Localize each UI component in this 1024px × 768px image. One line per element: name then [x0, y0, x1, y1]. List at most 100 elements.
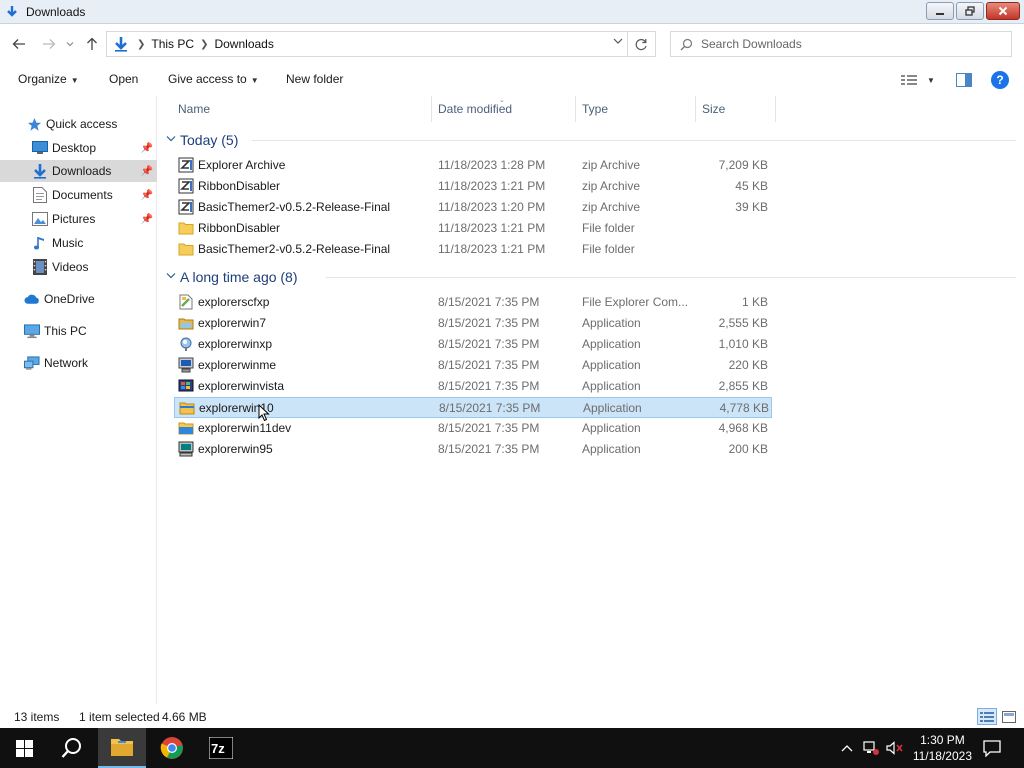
chrome-taskbar-button[interactable]: [148, 728, 196, 768]
mouse-cursor-icon: [258, 404, 270, 422]
change-view-button[interactable]: ▼: [901, 70, 935, 90]
large-icons-view-icon: [1002, 710, 1016, 723]
nav-music[interactable]: Music: [0, 232, 157, 254]
zip-archive-icon: [178, 157, 194, 173]
selection-size: 4.66 MB: [162, 710, 207, 724]
action-center-button[interactable]: [980, 728, 1004, 768]
status-bar: 13 items 1 item selected 4.66 MB: [0, 704, 1024, 728]
help-button[interactable]: ?: [991, 71, 1009, 89]
table-row[interactable]: explorerwinvista 8/15/2021 7:35 PM Appli…: [174, 376, 772, 397]
nav-network[interactable]: Network: [0, 352, 157, 374]
address-field[interactable]: ❯ This PC ❯ Downloads: [106, 31, 656, 57]
windows-logo-icon: [15, 739, 33, 757]
breadcrumb-this-pc[interactable]: This PC: [151, 37, 194, 51]
nav-pictures[interactable]: Pictures 📌: [0, 208, 157, 230]
nav-documents[interactable]: Documents 📌: [0, 184, 157, 206]
table-row[interactable]: RibbonDisabler 11/18/2023 1:21 PM File f…: [174, 218, 772, 239]
table-row[interactable]: BasicThemer2-v0.5.2-Release-Final 11/18/…: [174, 239, 772, 260]
column-header-type[interactable]: Type: [576, 96, 696, 122]
nav-desktop[interactable]: Desktop 📌: [0, 137, 157, 159]
pin-icon[interactable]: 📌: [141, 166, 153, 177]
table-row[interactable]: BasicThemer2-v0.5.2-Release-Final 11/18/…: [174, 197, 772, 218]
column-header-size[interactable]: Size: [696, 96, 776, 122]
table-row[interactable]: RibbonDisabler 11/18/2023 1:21 PM zip Ar…: [174, 176, 772, 197]
nav-label: OneDrive: [44, 292, 95, 306]
forward-button[interactable]: [37, 32, 61, 56]
computer-icon: [24, 323, 40, 339]
file-date: 8/15/2021 7:35 PM: [438, 421, 540, 435]
column-header-date[interactable]: Date modified: [432, 96, 576, 122]
table-row[interactable]: explorerwinme 8/15/2021 7:35 PM Applicat…: [174, 355, 772, 376]
7zip-icon: 7z: [209, 737, 233, 759]
breadcrumb-downloads[interactable]: Downloads: [214, 37, 273, 51]
details-view-button[interactable]: [977, 708, 997, 725]
file-size: 39 KB: [735, 200, 768, 214]
close-button[interactable]: [986, 2, 1020, 20]
cloud-icon: [24, 291, 40, 307]
chevron-down-icon: ▼: [927, 75, 935, 85]
minimize-button[interactable]: [926, 2, 954, 20]
back-button[interactable]: [7, 32, 31, 56]
nav-videos[interactable]: Videos: [0, 256, 157, 278]
table-row[interactable]: explorerwin7 8/15/2021 7:35 PM Applicati…: [174, 313, 772, 334]
music-note-icon: [32, 235, 48, 251]
search-box[interactable]: [670, 31, 1012, 57]
nav-label: Documents: [52, 188, 113, 202]
recent-locations-button[interactable]: [60, 32, 80, 56]
file-name: explorerwin7: [198, 316, 267, 330]
show-hidden-icons-button[interactable]: [838, 728, 856, 768]
give-access-button[interactable]: Give access to ▼: [168, 72, 259, 86]
details-view-icon: [980, 711, 994, 722]
nav-downloads[interactable]: Downloads 📌: [0, 160, 157, 182]
pin-icon[interactable]: 📌: [141, 190, 153, 201]
nav-onedrive[interactable]: OneDrive: [0, 288, 157, 310]
search-icon: [61, 738, 81, 758]
taskbar-clock[interactable]: 1:30 PM 11/18/2023: [913, 732, 972, 764]
group-divider: [326, 277, 1016, 278]
large-icons-view-button[interactable]: [999, 708, 1019, 725]
pin-icon[interactable]: 📌: [141, 143, 153, 154]
new-folder-button[interactable]: New folder: [286, 72, 343, 86]
window-controls: [926, 2, 1020, 20]
network-tray-button[interactable]: [860, 728, 882, 768]
nav-quick-access[interactable]: Quick access: [0, 113, 157, 135]
column-header-name[interactable]: Name: [172, 96, 432, 122]
file-type: Application: [582, 421, 641, 435]
file-explorer-taskbar-button[interactable]: [98, 728, 146, 768]
pictures-icon: [32, 211, 48, 227]
chevron-down-icon: ▼: [70, 76, 79, 85]
7zip-taskbar-button[interactable]: 7z: [198, 728, 244, 768]
explorer-winvista-icon: [178, 378, 194, 394]
pin-icon[interactable]: 📌: [141, 214, 153, 225]
start-button[interactable]: [0, 728, 48, 768]
nav-this-pc[interactable]: This PC: [0, 320, 157, 342]
organize-button[interactable]: Organize ▼: [18, 72, 79, 86]
address-history-dropdown[interactable]: [613, 36, 623, 49]
table-row[interactable]: explorerscfxp 8/15/2021 7:35 PM File Exp…: [174, 292, 772, 313]
table-row[interactable]: explorerwinxp 8/15/2021 7:35 PM Applicat…: [174, 334, 772, 355]
search-taskbar-button[interactable]: [48, 728, 96, 768]
zip-archive-icon: [178, 178, 194, 194]
item-count: 13 items: [14, 710, 60, 724]
restore-icon: [965, 6, 975, 16]
search-input[interactable]: [701, 37, 991, 51]
maximize-button[interactable]: [956, 2, 984, 20]
refresh-button[interactable]: [627, 32, 655, 56]
group-header-today[interactable]: Today (5): [166, 129, 1016, 151]
file-date: 8/15/2021 7:35 PM: [438, 358, 540, 372]
file-size: 45 KB: [735, 179, 768, 193]
open-button[interactable]: Open: [109, 72, 138, 86]
file-explorer-icon: [111, 739, 133, 756]
preview-pane-button[interactable]: [956, 70, 972, 90]
file-date: 8/15/2021 7:35 PM: [438, 379, 540, 393]
file-name: BasicThemer2-v0.5.2-Release-Final: [198, 242, 391, 256]
chrome-icon: [160, 737, 183, 759]
volume-tray-button[interactable]: [884, 728, 906, 768]
network-icon: [24, 355, 40, 371]
details-view-icon: [901, 75, 917, 85]
group-header-long-ago[interactable]: A long time ago (8): [166, 266, 1016, 288]
table-row[interactable]: explorerwin95 8/15/2021 7:35 PM Applicat…: [174, 439, 772, 460]
up-button[interactable]: [80, 32, 104, 56]
table-row[interactable]: Explorer Archive 11/18/2023 1:28 PM zip …: [174, 155, 772, 176]
chevron-down-icon: [613, 38, 623, 44]
